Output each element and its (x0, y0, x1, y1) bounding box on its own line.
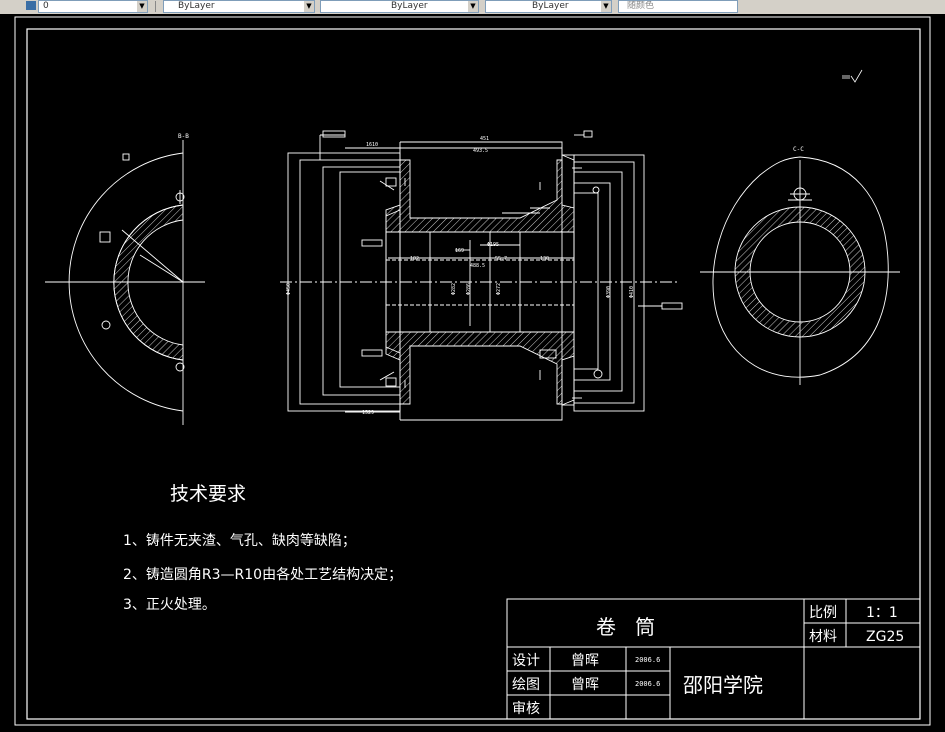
dim-inner-top: 493.5 (473, 148, 488, 154)
layer-combo-value: 0 (43, 1, 49, 11)
color-combo[interactable]: ByLayer ▼ (163, 0, 315, 13)
scale-label: 比例 (809, 605, 837, 621)
drawing-canvas[interactable]: B-B 1610 451 493.5 1529 130 102 169 488.… (0, 14, 945, 732)
draw-label: 绘图 (512, 677, 540, 693)
dim-mid-3: Φ272 (496, 283, 502, 295)
linetype-combo[interactable]: ByLayer ▼ (320, 0, 479, 13)
drawing-svg: B-B 1610 451 493.5 1529 130 102 169 488.… (14, 16, 931, 726)
tech-item-1: 1、铸件无夹渣、气孔、缺肉等缺陷； (123, 532, 356, 549)
dim-top-overall: 1610 (366, 142, 378, 148)
main-view-dimension-texts: 1610 451 493.5 1529 130 102 169 488.5 55… (286, 136, 635, 416)
dim-mid-1: Φ282 (451, 283, 457, 295)
scale-value: 1：1 (866, 605, 898, 621)
dim-mid-2: Φ286 (466, 283, 472, 295)
dim-len-3: 169 (455, 248, 464, 254)
part-name: 卷 筒 (596, 615, 655, 639)
dim-len-1: 130 (540, 256, 549, 262)
main-section-view (280, 130, 683, 421)
dim-right-1: Φ390 (606, 286, 612, 298)
material-label: 材料 (809, 629, 837, 645)
dim-left: Φ450 (286, 283, 292, 295)
dim-len-2: 102 (410, 256, 419, 262)
dim-right-2: Φ410 (629, 286, 635, 298)
chevron-down-icon[interactable]: ▼ (468, 1, 478, 12)
left-section-view (45, 140, 205, 425)
review-label: 审核 (512, 701, 540, 717)
dim-len-5: 55.7 (495, 256, 507, 262)
chevron-down-icon[interactable]: ▼ (601, 1, 611, 12)
roughness-symbol (842, 69, 863, 83)
layer-combo[interactable]: 0 ▼ (38, 0, 148, 13)
lineweight-combo-value: ByLayer (532, 1, 569, 11)
plotstyle-combo[interactable]: 随颜色 (618, 0, 738, 13)
design-label: 设计 (512, 653, 540, 669)
dim-top-span: 451 (480, 136, 489, 142)
tech-item-2: 2、铸造圆角R3—R10由各处工艺结构决定； (123, 567, 402, 583)
drawer-name: 曾晖 (571, 677, 599, 693)
title-block (506, 598, 921, 720)
dim-bore: Φ195 (487, 242, 499, 248)
right-view-label: C-C (793, 146, 804, 153)
inner-border (26, 28, 921, 720)
dim-len-4: 488.5 (470, 263, 485, 269)
tech-title: 技术要求 (170, 483, 246, 505)
draw-date: 2006.6 (635, 680, 660, 688)
linetype-combo-value: ByLayer (391, 1, 428, 11)
tech-item-3: 3、正火处理。 (123, 597, 216, 613)
designer-name: 曾晖 (571, 653, 599, 669)
dim-bottom: 1529 (362, 410, 374, 416)
layer-icon[interactable] (26, 1, 36, 10)
design-date: 2006.6 (635, 656, 660, 664)
properties-toolbar: 0 ▼ ByLayer ▼ ByLayer ▼ ByLayer ▼ 随颜色 (0, 0, 945, 15)
right-section-view (700, 156, 900, 385)
separator (155, 1, 156, 12)
chevron-down-icon[interactable]: ▼ (137, 1, 147, 12)
left-view-label: B-B (178, 133, 189, 140)
chevron-down-icon[interactable]: ▼ (304, 1, 314, 12)
outer-border (14, 16, 931, 726)
material-value: ZG25 (866, 629, 904, 645)
color-combo-value: ByLayer (178, 1, 215, 11)
lineweight-combo[interactable]: ByLayer ▼ (485, 0, 612, 13)
school-name: 邵阳学院 (683, 673, 763, 697)
plotstyle-combo-value: 随颜色 (627, 1, 655, 11)
